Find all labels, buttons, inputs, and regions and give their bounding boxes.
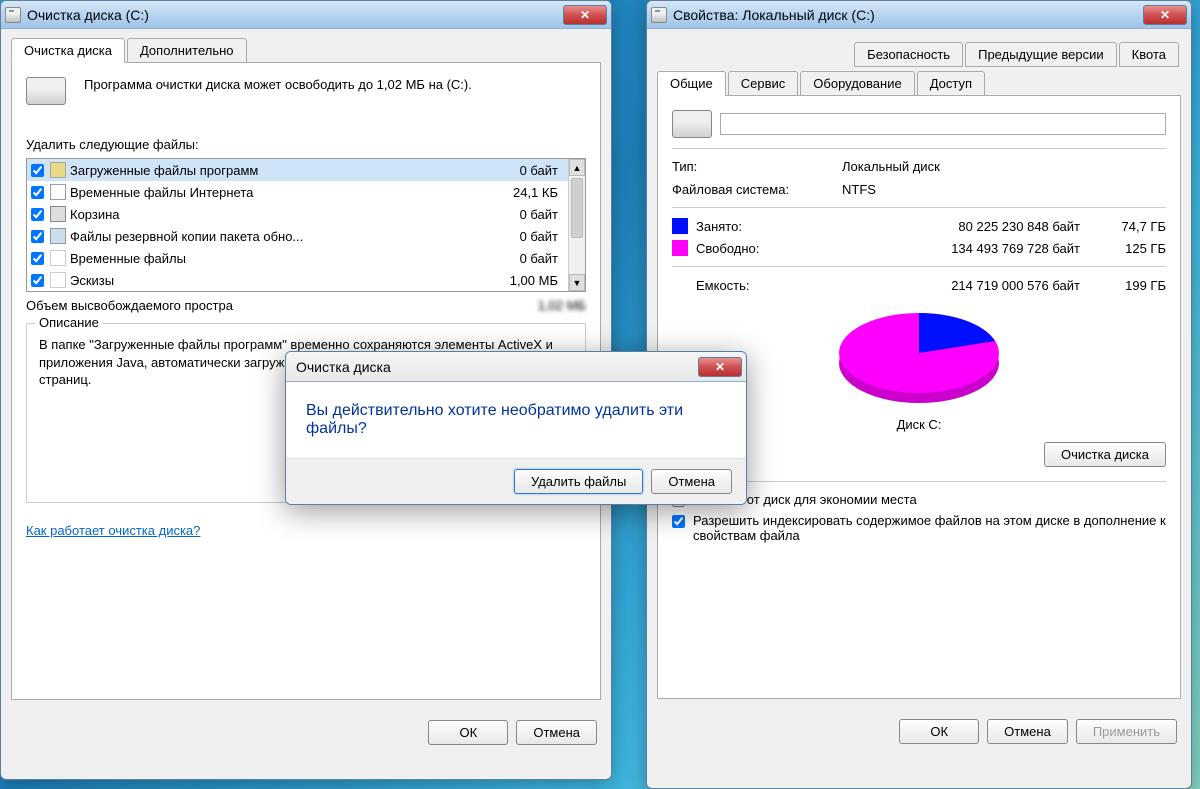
file-checkbox[interactable]	[31, 274, 44, 287]
freed-space-value: 1,02 МБ	[506, 298, 586, 313]
cancel-button[interactable]: Отмена	[516, 720, 597, 745]
free-bytes: 134 493 769 728 байт	[796, 241, 1096, 256]
filesystem-label: Файловая система:	[672, 182, 842, 197]
list-item[interactable]: Корзина 0 байт	[27, 203, 568, 225]
scroll-up-icon[interactable]: ▲	[569, 159, 585, 176]
close-icon[interactable]: ✕	[563, 5, 607, 25]
file-checkbox[interactable]	[31, 252, 44, 265]
tab-prev-versions[interactable]: Предыдущие версии	[965, 42, 1117, 67]
close-icon[interactable]: ✕	[698, 357, 742, 377]
list-item[interactable]: Загруженные файлы программ 0 байт	[27, 159, 568, 181]
capacity-label: Емкость:	[696, 278, 796, 293]
cleanup-large-icon	[26, 77, 74, 125]
free-gb: 125 ГБ	[1096, 241, 1166, 256]
index-checkbox[interactable]	[672, 515, 685, 528]
used-gb: 74,7 ГБ	[1096, 219, 1166, 234]
free-label: Свободно:	[696, 241, 796, 256]
list-item[interactable]: Эскизы 1,00 МБ	[27, 269, 568, 291]
files-to-delete-label: Удалить следующие файлы:	[26, 137, 586, 152]
list-item[interactable]: Временные файлы Интернета 24,1 КБ	[27, 181, 568, 203]
props-title: Свойства: Локальный диск (C:)	[673, 7, 1143, 23]
scroll-thumb[interactable]	[571, 178, 583, 238]
confirm-message: Вы действительно хотите необратимо удали…	[286, 382, 746, 458]
apply-button[interactable]: Применить	[1076, 719, 1177, 744]
cancel-button[interactable]: Отмена	[651, 469, 732, 494]
tab-service[interactable]: Сервис	[728, 71, 799, 96]
tab-security[interactable]: Безопасность	[854, 42, 963, 67]
usage-pie-chart	[819, 303, 1019, 413]
scrollbar[interactable]: ▲ ▼	[568, 159, 585, 291]
confirm-dialog: Очистка диска ✕ Вы действительно хотите …	[285, 351, 747, 505]
file-checkbox[interactable]	[31, 186, 44, 199]
tab-sharing[interactable]: Доступ	[917, 71, 985, 96]
file-icon	[50, 184, 66, 200]
file-icon	[50, 228, 66, 244]
index-label: Разрешить индексировать содержимое файло…	[693, 513, 1166, 543]
ok-button[interactable]: ОК	[428, 720, 508, 745]
list-item[interactable]: Файлы резервной копии пакета обно... 0 б…	[27, 225, 568, 247]
cleanup-intro-text: Программа очистки диска может освободить…	[84, 77, 586, 125]
help-link[interactable]: Как работает очистка диска?	[26, 523, 200, 538]
folder-icon	[50, 162, 66, 178]
drive-name-input[interactable]	[720, 113, 1166, 135]
file-icon	[50, 250, 66, 266]
tab-additional[interactable]: Дополнительно	[127, 38, 247, 63]
close-icon[interactable]: ✕	[1143, 5, 1187, 25]
description-title: Описание	[35, 315, 103, 330]
tab-cleanup[interactable]: Очистка диска	[11, 38, 125, 63]
used-label: Занято:	[696, 219, 796, 234]
file-icon	[50, 272, 66, 288]
drive-large-icon	[672, 110, 720, 138]
drive-icon	[5, 7, 21, 23]
tab-hardware[interactable]: Оборудование	[800, 71, 914, 96]
tab-quota[interactable]: Квота	[1119, 42, 1179, 67]
cleanup-title: Очистка диска (C:)	[27, 7, 563, 23]
confirm-titlebar[interactable]: Очистка диска ✕	[286, 352, 746, 382]
disk-cleanup-button[interactable]: Очистка диска	[1044, 442, 1166, 467]
used-bytes: 80 225 230 848 байт	[796, 219, 1096, 234]
used-color-swatch	[672, 218, 688, 234]
capacity-bytes: 214 719 000 576 байт	[796, 278, 1096, 293]
file-checkbox[interactable]	[31, 164, 44, 177]
file-checkbox[interactable]	[31, 208, 44, 221]
capacity-gb: 199 ГБ	[1096, 278, 1166, 293]
freed-space-label: Объем высвобождаемого простра	[26, 298, 506, 313]
list-item[interactable]: Временные файлы 0 байт	[27, 247, 568, 269]
props-titlebar[interactable]: Свойства: Локальный диск (C:) ✕	[647, 1, 1191, 29]
cancel-button[interactable]: Отмена	[987, 719, 1068, 744]
recycle-bin-icon	[50, 206, 66, 222]
scroll-down-icon[interactable]: ▼	[569, 274, 585, 291]
confirm-title: Очистка диска	[290, 359, 698, 375]
ok-button[interactable]: ОК	[899, 719, 979, 744]
delete-files-button[interactable]: Удалить файлы	[514, 469, 643, 494]
type-value: Локальный диск	[842, 159, 940, 174]
type-label: Тип:	[672, 159, 842, 174]
file-checkbox[interactable]	[31, 230, 44, 243]
tab-general[interactable]: Общие	[657, 71, 726, 96]
file-list: Загруженные файлы программ 0 байт Времен…	[26, 158, 586, 292]
drive-icon	[651, 7, 667, 23]
cleanup-titlebar[interactable]: Очистка диска (C:) ✕	[1, 1, 611, 29]
filesystem-value: NTFS	[842, 182, 876, 197]
free-color-swatch	[672, 240, 688, 256]
